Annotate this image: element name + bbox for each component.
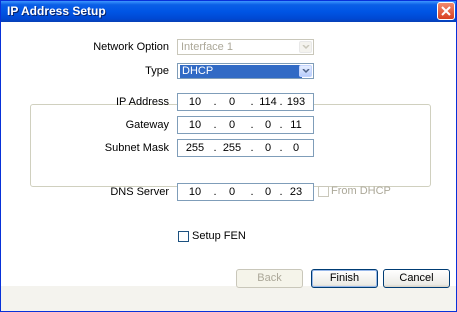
ip-separator: .	[250, 119, 254, 131]
type-value: DHCP	[180, 65, 302, 78]
ip-separator: .	[213, 142, 217, 154]
ip-octet-4[interactable]: 193	[284, 95, 308, 109]
gateway-label: Gateway	[125, 119, 169, 131]
setup-fen-checkbox[interactable]	[178, 231, 189, 242]
from-dhcp-label: From DHCP	[331, 185, 391, 197]
network-option-select[interactable]: Interface 1	[177, 39, 314, 55]
dialog-body: Network Option Interface 1 Type DHCP IP …	[1, 22, 456, 311]
close-icon	[441, 6, 451, 16]
back-button[interactable]: Back	[236, 269, 303, 288]
ip-separator: .	[250, 142, 254, 154]
ip-address-label: IP Address	[116, 96, 169, 108]
from-dhcp-checkbox[interactable]	[318, 186, 329, 197]
dns-server-field[interactable]: 10 . 0 . 0 . 23	[177, 183, 314, 201]
ip-octet-1[interactable]: 10	[183, 95, 207, 109]
gateway-field[interactable]: 10 . 0 . 0 . 11	[177, 116, 314, 134]
cancel-button[interactable]: Cancel	[383, 269, 450, 288]
network-option-label: Network Option	[93, 41, 169, 53]
dns-octet-1[interactable]: 10	[183, 185, 207, 199]
ip-separator: .	[250, 186, 254, 198]
dns-octet-2[interactable]: 0	[220, 185, 244, 199]
gateway-octet-4[interactable]: 11	[284, 118, 308, 132]
gateway-octet-3[interactable]: 0	[256, 118, 280, 132]
close-button[interactable]	[437, 2, 455, 20]
dns-octet-3[interactable]: 0	[256, 185, 280, 199]
subnet-octet-3[interactable]: 0	[256, 141, 280, 155]
title-bar[interactable]: IP Address Setup	[1, 1, 456, 22]
window-title: IP Address Setup	[7, 4, 106, 18]
subnet-mask-field[interactable]: 255 . 255 . 0 . 0	[177, 139, 314, 157]
dns-octet-4[interactable]: 23	[284, 185, 308, 199]
type-dropdown-button[interactable]	[299, 65, 312, 77]
subnet-octet-1[interactable]: 255	[183, 141, 207, 155]
subnet-octet-4[interactable]: 0	[284, 141, 308, 155]
dns-server-label: DNS Server	[110, 186, 169, 198]
network-option-value: Interface 1	[181, 41, 233, 53]
ip-separator: .	[213, 186, 217, 198]
ip-separator: .	[250, 96, 254, 108]
subnet-mask-label: Subnet Mask	[104, 142, 169, 154]
ip-address-setup-dialog: IP Address Setup Network Option Interfac…	[0, 0, 457, 312]
type-label: Type	[145, 65, 169, 77]
button-bar	[1, 286, 456, 311]
chevron-down-icon	[302, 69, 310, 74]
ip-octet-3[interactable]: 114	[256, 95, 280, 109]
chevron-down-icon	[302, 45, 310, 50]
gateway-octet-2[interactable]: 0	[220, 118, 244, 132]
ip-address-field[interactable]: 10 . 0 . 114 . 193	[177, 93, 314, 111]
network-option-dropdown-button[interactable]	[299, 41, 312, 53]
gateway-octet-1[interactable]: 10	[183, 118, 207, 132]
ip-octet-2[interactable]: 0	[220, 95, 244, 109]
subnet-octet-2[interactable]: 255	[220, 141, 244, 155]
finish-button[interactable]: Finish	[311, 269, 378, 288]
type-select[interactable]: DHCP	[177, 63, 314, 79]
setup-fen-label[interactable]: Setup FEN	[192, 229, 246, 243]
ip-separator: .	[213, 119, 217, 131]
ip-separator: .	[213, 96, 217, 108]
